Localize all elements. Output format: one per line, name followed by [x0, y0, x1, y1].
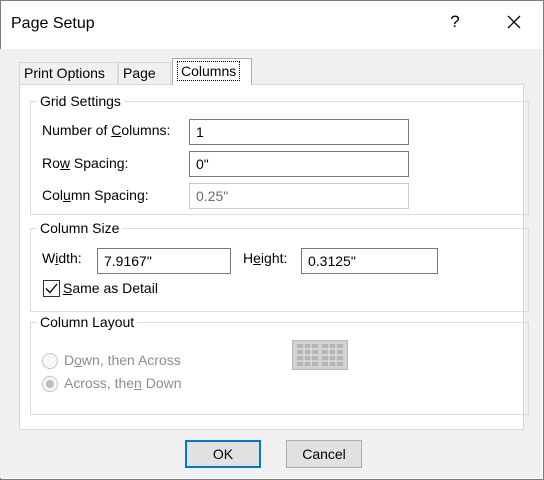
number-of-columns-input[interactable]: 1 — [189, 119, 409, 145]
same-as-detail-checkbox[interactable] — [43, 280, 60, 297]
same-as-detail-label[interactable]: Same as Detail — [63, 280, 158, 296]
radio-selected-dot — [46, 380, 54, 388]
group-title: Grid Settings — [40, 93, 121, 109]
ok-button[interactable]: OK — [185, 440, 261, 468]
tab-label: Page — [123, 65, 156, 81]
across-then-down-radio[interactable] — [42, 376, 58, 392]
height-label: Height: — [243, 250, 288, 266]
width-label: Width: — [42, 250, 82, 266]
group-title: Column Layout — [40, 314, 135, 330]
tab-print-options[interactable]: Print Options — [19, 62, 118, 84]
tab-columns[interactable]: Columns — [172, 58, 252, 85]
column-spacing-label: Column Spacing: — [42, 187, 149, 203]
help-button[interactable]: ? — [442, 9, 468, 35]
width-input[interactable]: 7.9167" — [97, 248, 231, 274]
close-button[interactable] — [499, 9, 529, 35]
across-then-down-label[interactable]: Across, then Down — [64, 375, 182, 391]
number-of-columns-label: Number of Columns: — [42, 122, 171, 138]
row-spacing-label: Row Spacing: — [42, 155, 129, 171]
checkmark-icon — [45, 283, 58, 294]
dialog-title: Page Setup — [11, 15, 95, 32]
row-spacing-input[interactable]: 0" — [189, 151, 409, 177]
tab-label: Print Options — [24, 65, 105, 81]
tab-label: Columns — [177, 61, 241, 81]
down-then-across-label[interactable]: Down, then Across — [64, 352, 181, 368]
column-layout-preview-icon — [292, 340, 348, 370]
height-input[interactable]: 0.3125" — [301, 248, 438, 274]
tab-page[interactable]: Page — [118, 62, 171, 84]
down-then-across-radio[interactable] — [42, 353, 58, 369]
column-spacing-input[interactable]: 0.25" — [189, 183, 409, 209]
close-icon — [507, 15, 521, 29]
group-title: Column Size — [40, 220, 120, 236]
cancel-button[interactable]: Cancel — [286, 440, 362, 468]
